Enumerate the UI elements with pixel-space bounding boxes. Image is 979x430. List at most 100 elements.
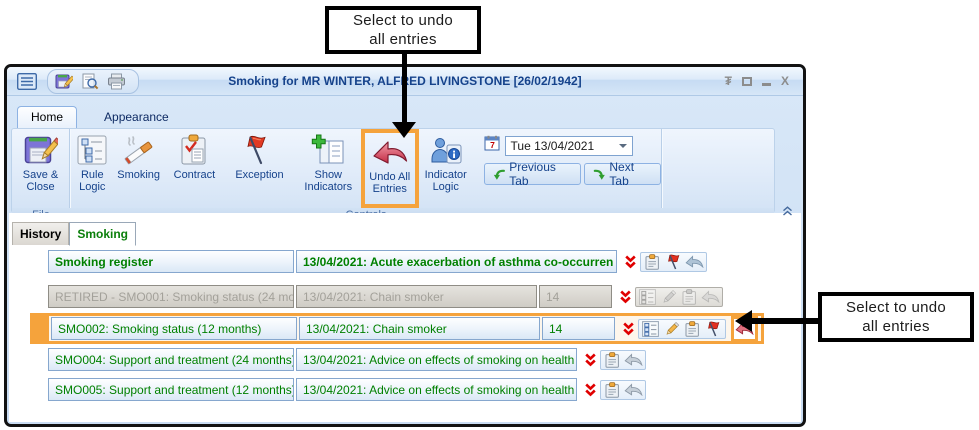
callout-arrow-head: [735, 310, 752, 332]
row-actions: [583, 380, 646, 400]
menu-icon[interactable]: [15, 71, 39, 92]
indicator-value-cell[interactable]: 14: [539, 285, 612, 308]
date-row: 7 Tue 13/04/2021: [484, 135, 661, 156]
cigarette-icon: [122, 132, 156, 168]
callout-text-line2: all entries: [369, 30, 437, 49]
indicator-logic-label-1: Indicator: [425, 169, 467, 181]
callout-arrow-shaft: [402, 54, 407, 122]
undo-icon[interactable]: [685, 253, 704, 271]
save-close-label-1: Save &: [23, 169, 58, 181]
selection-marker: [30, 313, 46, 344]
help-button[interactable]: ₮: [725, 74, 732, 88]
row-actions: [583, 350, 646, 370]
indicator-grid: Smoking register 13/04/2021: Acute exace…: [9, 245, 801, 401]
close-button[interactable]: X: [781, 74, 789, 88]
next-tab-label: Next Tab: [609, 160, 652, 188]
rule-logic-icon: [638, 288, 657, 306]
double-chevron-down-icon[interactable]: [623, 253, 637, 271]
date-dropdown-arrow[interactable]: [619, 144, 627, 148]
previous-tab-arrow-icon: [493, 167, 506, 181]
row-icon-panel: [600, 380, 646, 400]
selected-row-highlight: SMO002: Smoking status (12 months) 13/04…: [46, 313, 764, 344]
show-indicators-button[interactable]: Show Indicators: [296, 129, 361, 197]
save-close-icon: [24, 132, 58, 168]
undo-icon: [624, 351, 643, 369]
ribbon: Save & Close Rule Logic Smoking: [11, 128, 775, 213]
ribbon-body: Save & Close Rule Logic Smoking: [12, 129, 774, 208]
print-icon[interactable]: [104, 71, 128, 92]
consultation-date-field[interactable]: Tue 13/04/2021: [505, 136, 633, 156]
contract-icon[interactable]: [603, 351, 622, 369]
edit-pencil-icon[interactable]: [662, 320, 681, 338]
svg-text:7: 7: [490, 140, 495, 150]
double-chevron-down-icon[interactable]: [618, 288, 632, 306]
callout-undo-top: Select to undo all entries: [325, 6, 481, 54]
indicator-detail-cell[interactable]: 13/04/2021: Acute exacerbation of asthma…: [296, 250, 617, 273]
next-tab-button[interactable]: Next Tab: [584, 163, 661, 185]
indicator-value-cell[interactable]: 14: [542, 317, 615, 340]
previous-tab-button[interactable]: Previous Tab: [484, 163, 581, 185]
contract-icon: [680, 288, 699, 306]
contract-label-1: Contract: [174, 169, 216, 181]
undo-icon: [624, 381, 643, 399]
indicator-logic-icon: [430, 132, 462, 168]
indicator-detail-cell[interactable]: 13/04/2021: Advice on effects of smoking…: [296, 378, 577, 401]
rule-logic-label-1: Rule: [81, 169, 104, 181]
ribbon-group-controls: Rule Logic Smoking Contract: [70, 129, 662, 208]
indicator-detail-cell[interactable]: 13/04/2021: Chain smoker: [299, 317, 540, 340]
indicator-logic-label-2: Logic: [433, 181, 459, 193]
exception-button[interactable]: Exception: [226, 129, 293, 197]
contract-icon: [179, 132, 209, 168]
ribbon-tab-home[interactable]: Home: [17, 106, 77, 128]
save-icon[interactable]: [52, 71, 76, 92]
row-icon-panel: [638, 319, 726, 339]
callout-arrow-shaft: [752, 318, 818, 324]
exception-label-1: Exception: [235, 169, 283, 181]
undo-all-entries-button[interactable]: Undo All Entries: [361, 129, 419, 208]
save-close-button[interactable]: Save & Close: [13, 129, 69, 197]
exception-flag-icon[interactable]: [704, 320, 723, 338]
restore-button[interactable]: [742, 77, 752, 86]
callout-arrow-head: [392, 122, 416, 138]
double-chevron-down-icon[interactable]: [583, 381, 597, 399]
callout-text-line1: Select to undo: [353, 11, 453, 30]
row-icon-panel: [640, 252, 707, 272]
quick-access-toolbar: [47, 69, 139, 94]
indicator-name-cell[interactable]: SMO005: Support and treatment (12 months…: [48, 378, 294, 401]
table-row-smo004: SMO004: Support and treatment (24 months…: [48, 348, 801, 371]
indicator-detail-cell[interactable]: 13/04/2021: Chain smoker: [296, 285, 537, 308]
indicator-name-cell[interactable]: Smoking register: [48, 250, 294, 273]
indicator-name-cell[interactable]: SMO002: Smoking status (12 months): [51, 317, 297, 340]
rule-logic-button[interactable]: Rule Logic: [70, 129, 115, 197]
contract-icon[interactable]: [643, 253, 662, 271]
contract-button[interactable]: Contract: [166, 129, 224, 197]
smoking-button[interactable]: Smoking: [115, 129, 163, 197]
save-close-label-2: Close: [26, 181, 54, 193]
row-icon-panel: [600, 350, 646, 370]
window-controls: ₮ X: [725, 74, 795, 88]
exception-flag-icon[interactable]: [664, 253, 683, 271]
exception-flag-icon: [244, 132, 274, 168]
contract-icon[interactable]: [683, 320, 702, 338]
double-chevron-down-icon[interactable]: [621, 320, 635, 338]
rule-logic-icon[interactable]: [641, 320, 660, 338]
calendar-icon: 7: [484, 135, 501, 156]
tab-history[interactable]: History: [12, 222, 69, 245]
double-chevron-down-icon[interactable]: [583, 351, 597, 369]
indicator-logic-button[interactable]: Indicator Logic: [419, 129, 473, 197]
tab-smoking[interactable]: Smoking: [69, 222, 136, 246]
show-indicators-label-1: Show: [314, 169, 342, 181]
ribbon-tab-appearance[interactable]: Appearance: [91, 107, 182, 128]
indicator-name-cell[interactable]: RETIRED - SMO001: Smoking status (24 mon…: [48, 285, 294, 308]
table-row-smo002-selected: SMO002: Smoking status (12 months) 13/04…: [48, 313, 801, 344]
next-tab-arrow-icon: [593, 167, 606, 181]
contract-icon[interactable]: [603, 381, 622, 399]
show-indicators-label-2: Indicators: [304, 181, 352, 193]
indicator-detail-cell[interactable]: 13/04/2021: Advice on effects of smoking…: [296, 348, 577, 371]
print-preview-icon[interactable]: [78, 71, 102, 92]
indicator-name-cell[interactable]: SMO004: Support and treatment (24 months…: [48, 348, 294, 371]
minimize-button[interactable]: [762, 83, 771, 86]
edit-pencil-icon: [659, 288, 678, 306]
ribbon-collapse-icon[interactable]: [782, 203, 793, 221]
ribbon-filler: [662, 129, 774, 208]
